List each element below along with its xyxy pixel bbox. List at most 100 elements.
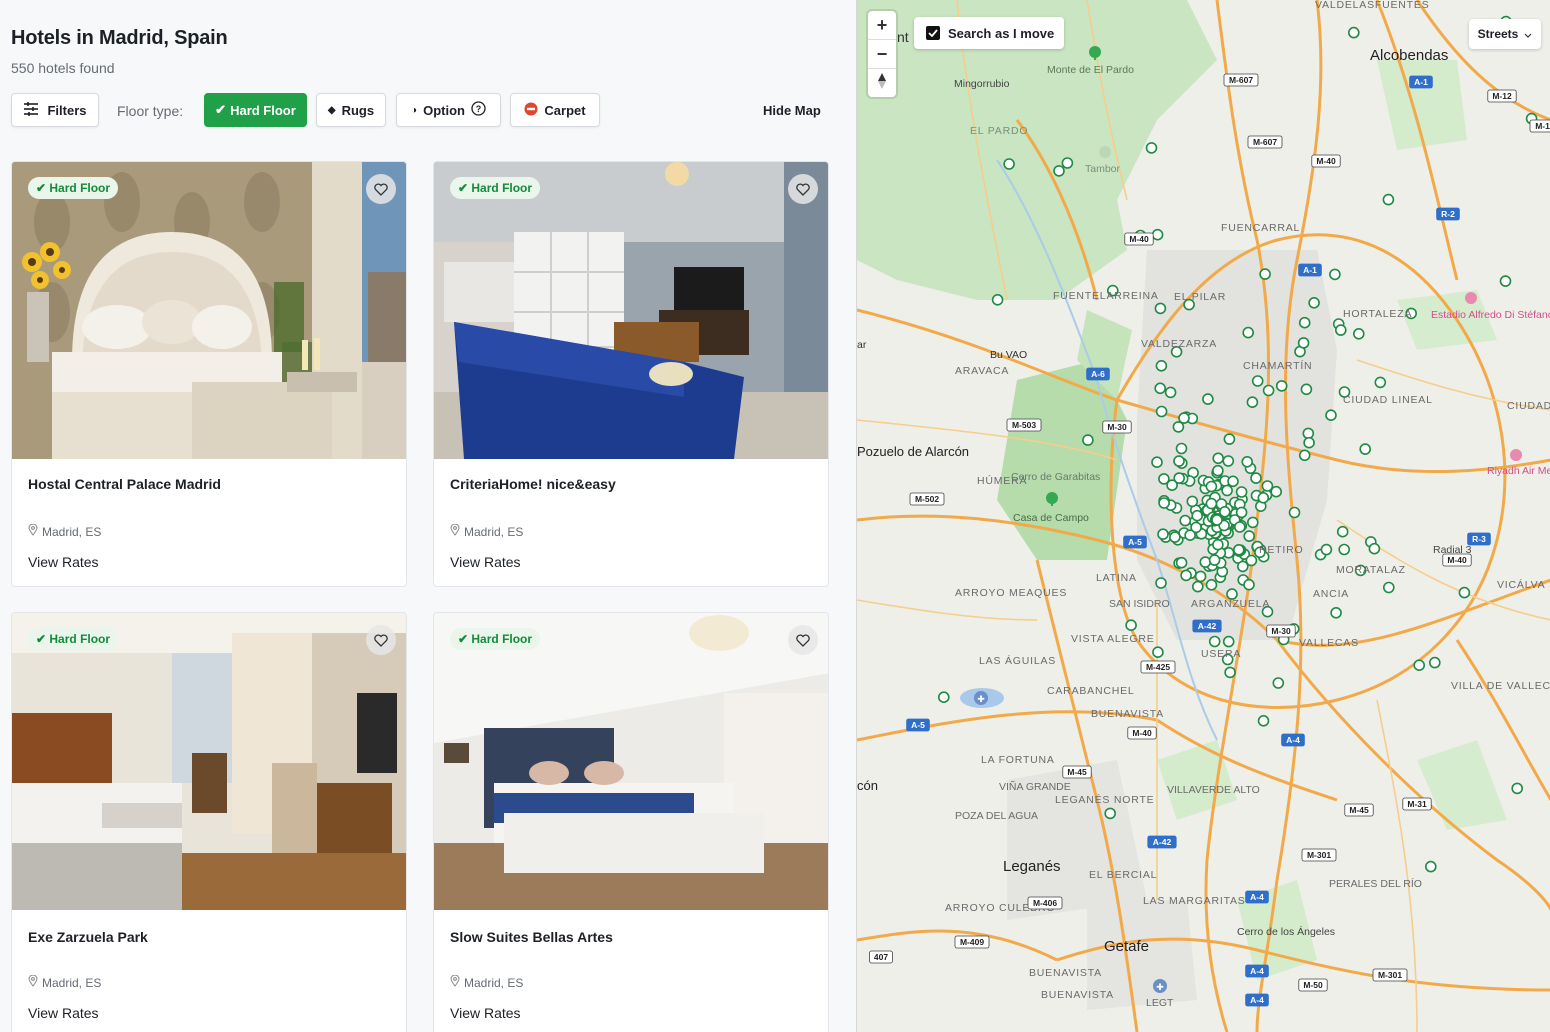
map-canvas[interactable]: VALDELASFUENTES Monte de El Pardo Mingor… — [857, 0, 1550, 1032]
hotel-map-marker[interactable] — [1199, 556, 1212, 568]
chip-carpet[interactable]: Carpet — [510, 93, 600, 127]
hotel-map-marker[interactable] — [1179, 514, 1192, 527]
hotel-map-marker[interactable] — [1300, 383, 1313, 396]
hotel-map-marker[interactable] — [1232, 543, 1245, 556]
hotel-map-marker[interactable] — [1298, 316, 1311, 329]
hotel-map-marker[interactable] — [1329, 268, 1341, 281]
hotel-map-marker[interactable] — [1262, 384, 1275, 397]
hotel-map-marker[interactable] — [1169, 531, 1181, 543]
zoom-in-button[interactable]: + — [868, 11, 896, 40]
search-as-move-toggle[interactable]: Search as I move — [914, 17, 1064, 49]
hotel-card[interactable]: ✔ Hard Floor Exe Zarzuela Park Madrid, E… — [11, 612, 407, 1032]
hotel-name[interactable]: CriteriaHome! nice&easy — [450, 476, 616, 492]
hide-map-button[interactable]: Hide Map — [763, 103, 821, 118]
hotel-map-marker[interactable] — [1003, 158, 1015, 170]
hotel-map-marker[interactable] — [1155, 577, 1167, 589]
hotel-map-marker[interactable] — [1194, 570, 1207, 583]
favorite-button[interactable] — [366, 625, 396, 655]
hotel-card[interactable]: ✔ Hard Floor Hostal Central Palace Madri… — [11, 161, 407, 587]
hotel-photo[interactable]: ✔ Hard Floor — [434, 613, 828, 910]
hotel-map-marker[interactable] — [1151, 228, 1164, 241]
hotel-map-marker[interactable] — [1175, 556, 1188, 569]
hotel-map-marker[interactable] — [1257, 491, 1270, 504]
hotel-map-marker[interactable] — [1151, 456, 1163, 469]
hotel-map-marker[interactable] — [1212, 464, 1224, 477]
hotel-map-marker[interactable] — [1235, 486, 1248, 498]
hotel-map-marker[interactable] — [1259, 268, 1271, 280]
hotel-map-marker[interactable] — [1157, 528, 1169, 541]
hotel-map-marker[interactable] — [1186, 495, 1199, 508]
view-rates-link[interactable]: View Rates — [28, 554, 99, 570]
hotel-map-marker[interactable] — [1180, 569, 1192, 582]
hotel-map-marker[interactable] — [1325, 409, 1337, 422]
zoom-out-button[interactable]: − — [868, 40, 896, 69]
hotel-map-marker[interactable] — [1222, 635, 1235, 648]
hotel-map-marker[interactable] — [1302, 427, 1315, 440]
favorite-button[interactable] — [788, 174, 818, 204]
hotel-map-marker[interactable] — [1368, 542, 1381, 555]
hotel-map-marker[interactable] — [1374, 376, 1387, 389]
hotel-map-marker[interactable] — [1257, 714, 1270, 727]
hotel-photo[interactable]: ✔ Hard Floor — [12, 613, 406, 910]
hotel-map-marker[interactable] — [1223, 433, 1236, 445]
hotel-map-marker[interactable] — [1303, 436, 1315, 449]
hotel-map-marker[interactable] — [1382, 581, 1395, 594]
hotel-map-marker[interactable] — [1330, 606, 1342, 619]
filters-button[interactable]: Filters — [11, 93, 99, 127]
hotel-map-marker[interactable] — [1272, 677, 1285, 689]
hotel-card[interactable]: ✔ Hard Floor CriteriaHome! nice&easy Mad… — [433, 161, 829, 587]
compass-button[interactable] — [868, 69, 896, 97]
hotel-map-marker[interactable] — [1499, 275, 1512, 287]
hotel-map-marker[interactable] — [1227, 475, 1239, 488]
hotel-map-marker[interactable] — [1205, 480, 1218, 493]
hotel-map-marker[interactable] — [1242, 326, 1255, 339]
hotel-map-marker[interactable] — [1222, 455, 1235, 467]
hotel-map-marker[interactable] — [1233, 521, 1246, 533]
hotel-map-marker[interactable] — [1104, 807, 1116, 820]
hotel-map-marker[interactable] — [1145, 142, 1158, 154]
hotel-map-marker[interactable] — [1359, 443, 1372, 455]
hotel-map-marker[interactable] — [1205, 497, 1218, 510]
hotel-map-marker[interactable] — [1208, 554, 1221, 566]
hotel-map-marker[interactable] — [1288, 506, 1301, 519]
hotel-map-marker[interactable] — [1205, 578, 1218, 591]
hotel-map-marker[interactable] — [1053, 165, 1065, 177]
checkbox-checked-icon[interactable] — [926, 26, 940, 40]
hotel-map-marker[interactable] — [1178, 412, 1190, 424]
hotel-map-marker[interactable] — [1158, 473, 1170, 485]
hotel-map-marker[interactable] — [1155, 405, 1168, 418]
hotel-map-marker[interactable] — [1212, 452, 1225, 465]
hotel-map-marker[interactable] — [1152, 646, 1164, 659]
hotel-map-marker[interactable] — [1275, 380, 1288, 392]
hotel-photo[interactable]: ✔ Hard Floor — [12, 162, 406, 459]
view-rates-link[interactable]: View Rates — [450, 1005, 521, 1021]
hotel-map-marker[interactable] — [1246, 396, 1259, 409]
hotel-map-marker[interactable] — [1154, 382, 1167, 395]
hotel-map-marker[interactable] — [1336, 525, 1349, 538]
hotel-map-marker[interactable] — [938, 691, 950, 704]
hotel-name[interactable]: Hostal Central Palace Madrid — [28, 476, 221, 492]
hotel-map-marker[interactable] — [1218, 505, 1231, 518]
favorite-button[interactable] — [788, 625, 818, 655]
hotel-map-marker[interactable] — [1173, 472, 1186, 484]
hotel-map-marker[interactable] — [1347, 26, 1360, 39]
hotel-map-marker[interactable] — [1320, 543, 1333, 556]
hotel-map-marker[interactable] — [1212, 538, 1224, 551]
hotel-map-marker[interactable] — [1236, 560, 1249, 573]
map-panel[interactable]: VALDELASFUENTES Monte de El Pardo Mingor… — [856, 0, 1550, 1032]
hotel-map-marker[interactable] — [1208, 635, 1221, 648]
hotel-map-marker[interactable] — [1125, 619, 1137, 632]
hotel-map-marker[interactable] — [1246, 516, 1259, 529]
hotel-map-marker[interactable] — [1428, 656, 1441, 669]
hotel-map-marker[interactable] — [1173, 455, 1185, 467]
hotel-map-marker[interactable] — [1243, 530, 1256, 542]
hotel-map-marker[interactable] — [1061, 157, 1074, 169]
hotel-map-marker[interactable] — [1424, 860, 1437, 873]
hotel-name[interactable]: Exe Zarzuela Park — [28, 929, 148, 945]
hotel-map-marker[interactable] — [1352, 327, 1365, 340]
hotel-card[interactable]: ✔ Hard Floor Slow Suites Bellas Artes Ma… — [433, 612, 829, 1032]
hotel-map-marker[interactable] — [1308, 296, 1320, 309]
favorite-button[interactable] — [366, 174, 396, 204]
hotel-map-marker[interactable] — [1250, 472, 1262, 484]
hotel-map-marker[interactable] — [1155, 359, 1168, 372]
